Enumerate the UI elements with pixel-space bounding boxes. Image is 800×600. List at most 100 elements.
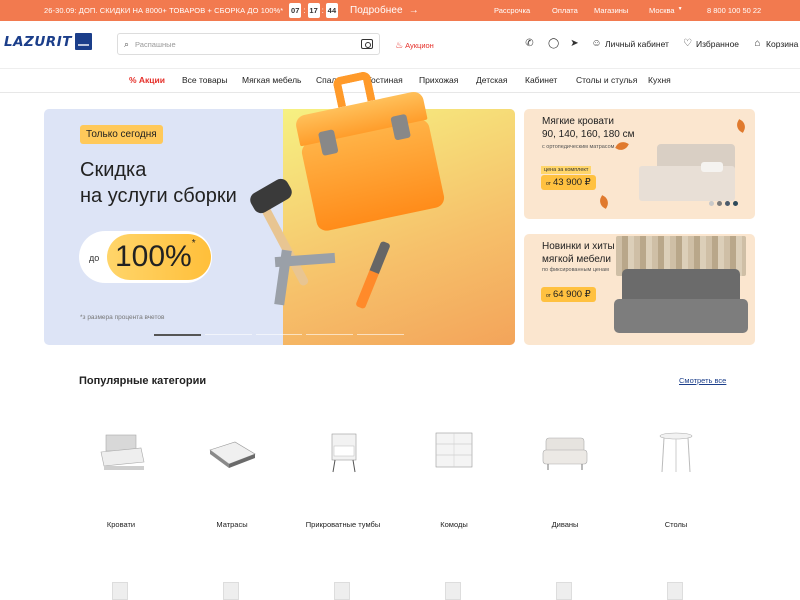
link-installment[interactable]: Рассрочка	[494, 6, 552, 15]
logo[interactable]: LAZURIT	[4, 33, 92, 50]
arrow-right-icon: →	[408, 5, 419, 16]
phone-number[interactable]: 8 800 100 50 22	[707, 6, 761, 15]
nightstand-icon	[331, 433, 357, 473]
timer-seconds: 44	[325, 3, 338, 18]
category-tables[interactable]: Столы	[631, 420, 721, 540]
nav-item-upholstered[interactable]: Мягкая мебель	[242, 75, 301, 85]
category-peek-image	[334, 582, 350, 600]
discount-percent: 100%	[115, 240, 192, 273]
color-swatch[interactable]	[725, 201, 730, 206]
flame-icon: ♨	[395, 40, 404, 50]
cart-icon: ⌂	[754, 38, 761, 49]
category-sofas[interactable]: Диваны	[520, 420, 610, 540]
banner1-price: от 43 900 ₽	[541, 175, 596, 190]
carousel-dot[interactable]	[204, 334, 252, 335]
discount-value: 100%*	[107, 234, 211, 280]
banner1-price-value: 43 900 ₽	[552, 177, 591, 188]
nav-item-living[interactable]: Гостиная	[367, 75, 403, 85]
nav-item-all[interactable]: Все товары	[182, 75, 228, 85]
carousel-dot[interactable]	[306, 334, 354, 335]
banner2-title-line-2: мягкой мебели	[542, 254, 611, 265]
category-peek[interactable]	[322, 582, 362, 600]
telegram-icon[interactable]: ➤	[569, 38, 580, 49]
link-payment[interactable]: Оплата	[552, 6, 594, 15]
nav-item-kitchen[interactable]: Кухня	[648, 75, 671, 85]
promo-left: 26-30.09: ДОП. СКИДКИ НА 8000+ ТОВАРОВ +…	[44, 0, 419, 21]
nav-item-kids[interactable]: Детская	[476, 75, 508, 85]
carousel-dot-active[interactable]	[154, 334, 201, 336]
account-link[interactable]: ☺ Личный кабинет	[591, 38, 669, 49]
banner-sofas[interactable]: Новинки и хиты мягкой мебели по фиксиров…	[524, 234, 755, 345]
category-peek[interactable]	[100, 582, 140, 600]
whatsapp-icon[interactable]: ◯	[548, 38, 559, 49]
search-bar[interactable]: ⌕	[117, 33, 380, 55]
category-peek-image	[223, 582, 239, 600]
category-nightstands[interactable]: Прикроватные тумбы	[298, 420, 388, 540]
category-peek[interactable]	[544, 582, 584, 600]
carousel-dot[interactable]	[255, 334, 303, 335]
leaf-icon	[734, 119, 748, 133]
header-actions: ✆ ◯ ➤ ☺ Личный кабинет ♡ Избранное ⌂ Кор…	[524, 38, 798, 49]
account-label: Личный кабинет	[605, 38, 669, 49]
phone-icon[interactable]: ✆	[524, 38, 535, 49]
carousel-dot[interactable]	[357, 334, 404, 335]
category-peek-image	[556, 582, 572, 600]
auction-link[interactable]: ♨ Аукцион	[395, 40, 434, 51]
discount-footnote-mark: *	[191, 238, 196, 249]
category-peek-image	[445, 582, 461, 600]
promo-bar: 26-30.09: ДОП. СКИДКИ НА 8000+ ТОВАРОВ +…	[0, 0, 800, 21]
hero-tag: Только сегодня	[80, 125, 163, 144]
table-icon	[659, 432, 693, 473]
heart-icon: ♡	[682, 38, 692, 49]
city-selector[interactable]: Москва ▼	[649, 6, 707, 15]
banner-soft-beds[interactable]: Мягкие кровати 90, 140, 160, 180 см с ор…	[524, 109, 755, 219]
banner2-price: от 64 900 ₽	[541, 287, 596, 302]
category-peek-image	[667, 582, 683, 600]
banner2-subtitle: по фиксированным ценам	[542, 267, 609, 273]
promo-more-link[interactable]: Подробнее →	[350, 5, 419, 16]
favorites-link[interactable]: ♡ Избранное	[682, 38, 739, 49]
color-swatch[interactable]	[717, 201, 722, 206]
sofa-icon	[542, 437, 588, 470]
bed-icon	[100, 434, 145, 470]
category-mattresses[interactable]: Матрасы	[187, 420, 277, 540]
banner2-price-prefix: от	[546, 293, 551, 299]
main-nav: % Акции Все товары Мягкая мебель Спальня…	[0, 69, 800, 93]
banner1-badge: цена за комплект	[541, 166, 592, 174]
nav-item-hallway[interactable]: Прихожая	[419, 75, 458, 85]
logo-text: LAZURIT	[4, 33, 72, 50]
categories-see-all-link[interactable]: Смотреть все	[679, 376, 726, 385]
banner1-title: Мягкие кровати 90, 140, 160, 180 см	[542, 115, 635, 141]
category-peek-image	[112, 582, 128, 600]
category-peek[interactable]	[433, 582, 473, 600]
city-label: Москва	[649, 6, 675, 15]
hero-title: Скидка на услуги сборки	[80, 157, 237, 209]
color-swatch[interactable]	[709, 201, 714, 206]
promo-text: 26-30.09: ДОП. СКИДКИ НА 8000+ ТОВАРОВ +…	[44, 6, 284, 15]
link-stores[interactable]: Магазины	[594, 6, 649, 15]
cart-link[interactable]: ⌂ Корзина	[752, 38, 799, 49]
banner2-title-line-1: Новинки и хиты	[542, 241, 615, 252]
category-peek[interactable]	[655, 582, 695, 600]
color-swatches	[709, 201, 738, 206]
leaf-icon	[615, 139, 629, 153]
search-input[interactable]	[135, 39, 361, 49]
banner2-title: Новинки и хиты мягкой мебели	[542, 240, 615, 266]
category-label: Столы	[664, 520, 688, 529]
color-swatch[interactable]	[733, 201, 738, 206]
category-label: Комоды	[440, 520, 468, 529]
search-icon[interactable]: ⌕	[124, 39, 129, 50]
category-dressers[interactable]: Комоды	[409, 420, 499, 540]
category-label: Матрасы	[216, 520, 248, 529]
camera-search-icon[interactable]	[361, 39, 373, 49]
mattress-icon	[209, 441, 256, 468]
category-beds[interactable]: Кровати	[76, 420, 166, 540]
hero-title-line-2: на услуги сборки	[80, 185, 237, 207]
carousel-indicators[interactable]	[154, 334, 404, 336]
sofa-seat	[614, 299, 748, 333]
nav-item-sale[interactable]: % Акции	[129, 75, 165, 85]
nav-item-tables-chairs[interactable]: Столы и стулья	[576, 75, 637, 85]
category-peek[interactable]	[211, 582, 251, 600]
nav-item-office[interactable]: Кабинет	[525, 75, 557, 85]
dresser-icon	[435, 432, 473, 468]
